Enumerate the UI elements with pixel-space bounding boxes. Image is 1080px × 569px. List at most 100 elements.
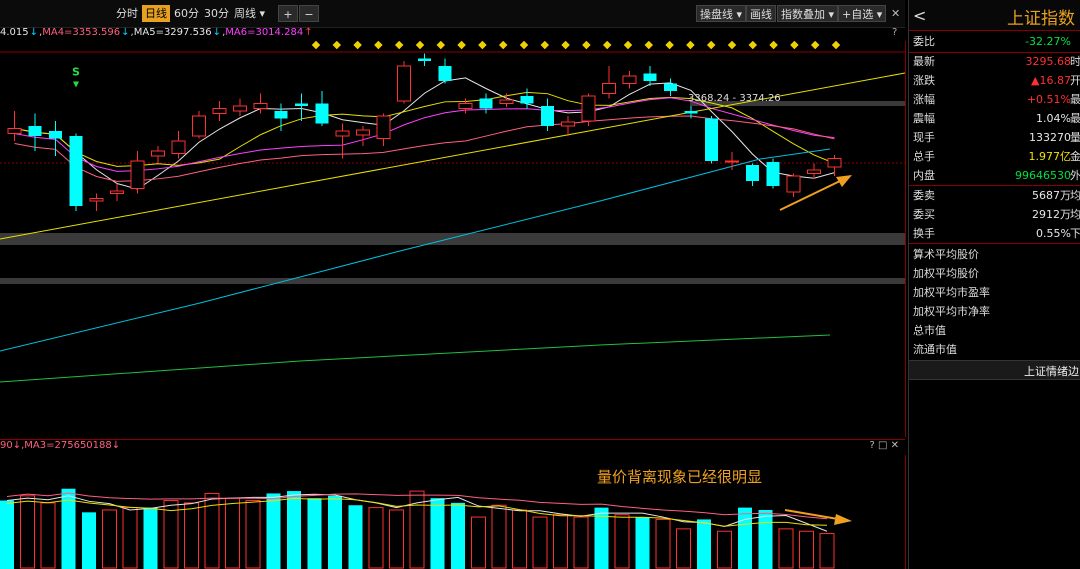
diamond-marker — [623, 41, 633, 50]
diamond-marker — [810, 41, 820, 50]
tab-30min[interactable]: 30分 — [201, 5, 232, 22]
diamond-marker — [311, 41, 321, 50]
candle-body-down — [295, 103, 308, 106]
candle-body-up — [561, 121, 575, 127]
ma-cyan-line — [0, 148, 831, 352]
ma3-value: 4.015 — [0, 27, 29, 38]
ma6-value: MA6=3014.284 — [225, 27, 304, 38]
quote-row: 总手 1.977亿金 — [909, 147, 1080, 166]
quote-row-truncated-label: 最 — [1070, 93, 1080, 106]
volume-bar-down — [430, 498, 445, 569]
diamond-marker — [374, 41, 383, 50]
add-watchlist-button[interactable]: +自选 ▾ — [838, 5, 887, 22]
volume-bar-down — [287, 491, 301, 569]
tab-60min[interactable]: 60分 — [171, 5, 202, 22]
volume-bar-up — [40, 502, 56, 569]
zoom-out-button[interactable]: − — [299, 5, 319, 22]
volume-bar-down — [697, 519, 711, 569]
volume-bar-down — [82, 512, 96, 569]
volume-bar-up — [368, 507, 384, 569]
stat-item[interactable]: 加权平均市盈率 — [913, 284, 990, 300]
quote-row-value: ▲16.87 — [1031, 74, 1071, 87]
diamond-marker — [769, 41, 778, 50]
quote-row: 委比 -32.27% — [909, 32, 1080, 51]
divider — [909, 185, 1080, 186]
volume-bar-down — [348, 505, 363, 569]
quote-row-label: 委买 — [913, 208, 935, 221]
quote-row-value: 2912万 — [1032, 208, 1071, 221]
volume-bar-down — [266, 493, 281, 569]
level-range-label: 3368.24 - 3374.26 — [688, 93, 781, 104]
quote-row: 涨幅 +0.51% 最 — [909, 90, 1080, 109]
stat-item[interactable]: 加权平均股价 — [913, 265, 979, 281]
diamond-marker — [540, 41, 550, 50]
main-help-icon[interactable]: ? — [892, 27, 897, 38]
quote-row-truncated-label: 金 — [1070, 150, 1080, 163]
volume-arrow-head-icon — [834, 514, 852, 525]
candlestick-chart[interactable]: S 3368.24 - 3374.26 — [0, 41, 906, 437]
candle-body-up — [622, 75, 637, 84]
diamond-marker — [582, 41, 591, 50]
ma4-value: MA4=3353.596 — [42, 27, 121, 38]
candle-body-up — [827, 158, 842, 168]
candle-body-down — [643, 73, 657, 81]
candle-body-up — [725, 160, 739, 163]
stat-item[interactable]: 流通市值 — [913, 341, 957, 357]
close-icon[interactable]: ✕ — [888, 5, 903, 22]
candle-body-down — [274, 111, 288, 119]
candle-body-up — [192, 115, 206, 137]
volume-chart[interactable] — [0, 455, 906, 569]
diamond-marker — [748, 41, 758, 50]
quote-row-value: 0.55% — [1036, 227, 1071, 240]
quote-row: 现手 133270 量 — [909, 128, 1080, 147]
diamond-marker — [602, 41, 612, 50]
volume-bar-down — [635, 517, 650, 569]
signal-label: S — [72, 66, 80, 79]
tab-daily[interactable]: 日线 — [142, 5, 170, 22]
dish-line-button[interactable]: 操盘线 ▾ — [696, 5, 747, 22]
tab-weekly[interactable]: 周线 ▾ — [231, 5, 268, 22]
down-arrow-icon: ↓ — [29, 27, 39, 38]
volume-bar-down — [758, 509, 773, 569]
candle-body-down — [684, 111, 698, 114]
trend-arrow-head-icon — [836, 175, 852, 187]
stat-item[interactable]: 总市值 — [913, 322, 946, 338]
zoom-in-button[interactable]: + — [278, 5, 298, 22]
quote-row-label: 震幅 — [913, 112, 935, 125]
quote-row: 委买 2912万均 — [909, 205, 1080, 224]
diamond-marker — [478, 41, 487, 50]
volume-bar-up — [778, 528, 794, 569]
volume-bar-up — [471, 516, 486, 569]
back-icon[interactable]: < — [913, 6, 926, 25]
tab-intraday[interactable]: 分时 — [113, 5, 141, 22]
sentiment-tab[interactable]: 上证情绪边 — [909, 360, 1080, 380]
candle-body-up — [458, 103, 473, 109]
draw-line-button[interactable]: 画线 — [746, 5, 776, 22]
quote-row-label: 涨幅 — [913, 93, 935, 106]
quote-panel-header: < 上证指数 — [909, 0, 1080, 31]
quote-row-truncated-label: 开 — [1070, 74, 1080, 87]
diamond-marker — [332, 41, 342, 50]
stat-item[interactable]: 算术平均股价 — [913, 246, 979, 262]
chart-toolbar: 分时 日线 60分 30分 周线 ▾ + − 操盘线 ▾ 画线 指数叠加 ▾ +… — [0, 0, 905, 28]
quote-row-label: 总手 — [913, 150, 935, 163]
volume-bar-up — [532, 516, 548, 569]
quote-row-label: 换手 — [913, 227, 935, 240]
candle-body-up — [110, 190, 124, 194]
candle-body-down — [520, 96, 534, 104]
quote-row-value: 1.04% — [1036, 112, 1071, 125]
volume-bar-up — [676, 528, 691, 569]
sentiment-tab-label: 上证情绪边 — [1024, 365, 1079, 378]
candle-body-down — [664, 83, 677, 91]
volume-window-controls[interactable]: ? □ ✕ — [870, 440, 900, 451]
ma-green-line — [0, 334, 831, 383]
quote-row: 最新 3295.68 时 — [909, 52, 1080, 71]
index-overlay-button[interactable]: 指数叠加 ▾ — [777, 5, 839, 22]
candle-body-up — [253, 103, 268, 109]
volume-bar-up — [122, 507, 138, 569]
candle-body-up — [130, 160, 145, 189]
quote-row-truncated-label: 最 — [1070, 112, 1080, 125]
stat-item[interactable]: 加权平均市净率 — [913, 303, 990, 319]
volume-bar-up — [512, 509, 527, 569]
volume-bar-up — [20, 495, 35, 569]
